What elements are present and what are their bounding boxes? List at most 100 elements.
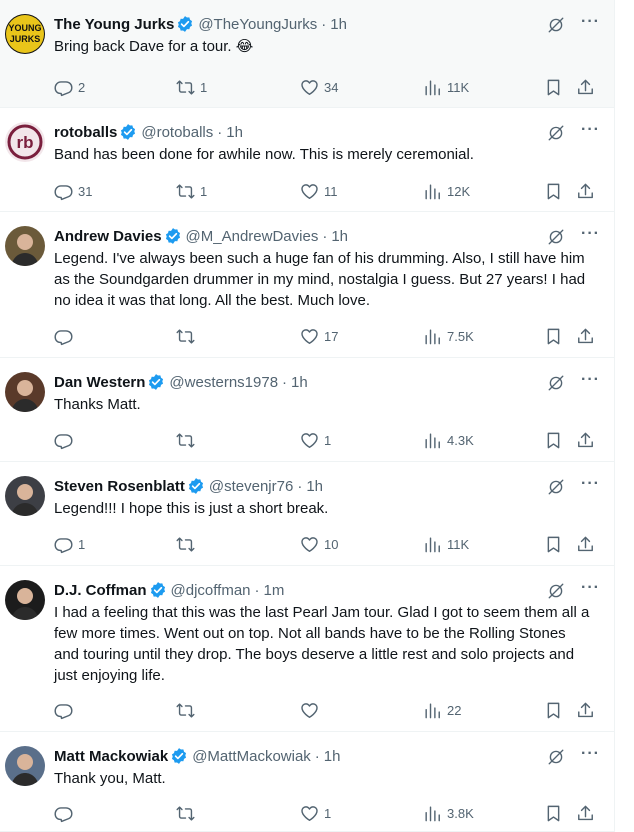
views-button[interactable]: 3.8K [423,803,474,823]
tweet[interactable]: Dan Western @westerns1978 · 1h ··· Thanks Mat… [0,358,614,462]
share-icon [578,79,593,94]
author-name[interactable]: The Young Jurks [54,16,174,33]
share-button[interactable] [576,803,595,823]
tweet[interactable]: YOUNG JURKS The Young Jurks @TheYoungJurks ·… [0,0,614,108]
retweet-icon [176,79,195,95]
reply-button[interactable] [54,430,78,450]
grok-icon[interactable] [547,228,565,246]
like-count: 10 [324,536,339,552]
author-name[interactable]: Dan Western [54,374,145,391]
retweet-button[interactable] [176,700,200,720]
reply-button[interactable] [54,326,78,346]
like-button[interactable]: 17 [300,326,338,346]
retweet-button[interactable] [176,430,200,450]
more-options-button[interactable]: ··· [581,13,600,31]
svg-text:JURKS: JURKS [10,34,41,44]
author-name[interactable]: D.J. Coffman [54,582,147,599]
tweet[interactable]: Matt Mackowiak @MattMackowiak · 1h ··· Thank … [0,732,614,832]
retweet-button[interactable] [176,534,200,554]
views-button[interactable]: 11K [423,534,469,554]
retweet-icon [176,183,195,199]
author-handle[interactable]: @stevenjr76 [209,478,293,495]
like-button[interactable] [300,700,324,720]
grok-icon[interactable] [547,16,565,34]
more-options-button[interactable]: ··· [581,371,600,389]
tweet[interactable]: Andrew Davies @M_AndrewDavies · 1h ··· Legend… [0,212,614,358]
author-handle[interactable]: @MattMackowiak [192,748,311,765]
like-button[interactable]: 1 [300,803,331,823]
more-options-button[interactable]: ··· [581,745,600,763]
like-button[interactable]: 1 [300,430,331,450]
views-button[interactable]: 22 [423,700,461,720]
more-options-button[interactable]: ··· [581,579,600,597]
retweet-button[interactable]: 1 [176,181,207,201]
avatar[interactable]: YOUNG JURKS [5,14,45,54]
views-button[interactable]: 12K [423,181,470,201]
tweet[interactable]: rb rotoballs @rotoballs · 1h ··· Band has been… [0,108,614,212]
share-button[interactable] [576,326,595,346]
author-name[interactable]: Matt Mackowiak [54,748,168,765]
share-button[interactable] [576,534,595,554]
author-handle[interactable]: @djcoffman [171,582,251,599]
share-button[interactable] [576,700,595,720]
grok-icon[interactable] [547,478,565,496]
grok-icon[interactable] [547,582,565,600]
views-button[interactable]: 4.3K [423,430,474,450]
views-button[interactable]: 7.5K [423,326,474,346]
action-bar: 22 [54,700,614,720]
timestamp[interactable]: 1h [330,16,347,33]
timestamp[interactable]: 1h [226,124,243,141]
author-name[interactable]: Andrew Davies [54,228,162,245]
share-button[interactable] [576,77,595,97]
timestamp[interactable]: 1m [264,582,285,599]
views-button[interactable]: 11K [423,77,469,97]
author-name[interactable]: rotoballs [54,124,117,141]
grok-icon[interactable] [547,748,565,766]
bookmark-button[interactable] [544,77,563,97]
tweet[interactable]: Steven Rosenblatt @stevenjr76 · 1h ··· Legend… [0,462,614,566]
retweet-button[interactable] [176,803,200,823]
share-button[interactable] [576,181,595,201]
author-handle[interactable]: @rotoballs [141,124,213,141]
author-handle[interactable]: @M_AndrewDavies [186,228,319,245]
author-handle[interactable]: @TheYoungJurks [198,16,317,33]
like-button[interactable]: 34 [300,77,338,97]
retweet-button[interactable] [176,326,200,346]
bookmark-button[interactable] [544,803,563,823]
reply-button[interactable] [54,700,78,720]
bookmark-button[interactable] [544,700,563,720]
avatar[interactable] [5,476,45,516]
reply-button[interactable]: 2 [54,77,85,97]
bookmark-button[interactable] [544,326,563,346]
grok-icon[interactable] [547,374,565,392]
like-button[interactable]: 10 [300,534,338,554]
author-handle[interactable]: @westerns1978 [169,374,278,391]
more-options-button[interactable]: ··· [581,121,600,139]
tweet[interactable]: D.J. Coffman @djcoffman · 1m ··· I had a feel… [0,566,614,732]
timestamp[interactable]: 1h [291,374,308,391]
like-button[interactable]: 11 [300,181,338,201]
timestamp[interactable]: 1h [324,748,341,765]
more-options-button[interactable]: ··· [581,475,600,493]
view-count: 4.3K [447,432,474,448]
retweet-button[interactable]: 1 [176,77,207,97]
timestamp[interactable]: 1h [306,478,323,495]
bookmark-button[interactable] [544,181,563,201]
reply-button[interactable] [54,803,78,823]
avatar[interactable] [5,580,45,620]
more-options-button[interactable]: ··· [581,225,600,243]
avatar[interactable] [5,226,45,266]
retweet-icon [176,432,195,448]
bookmark-button[interactable] [544,534,563,554]
reply-button[interactable]: 1 [54,534,85,554]
reply-button[interactable]: 31 [54,181,92,201]
share-button[interactable] [576,430,595,450]
avatar[interactable] [5,372,45,412]
avatar[interactable] [5,746,45,786]
bookmark-button[interactable] [544,430,563,450]
grok-icon[interactable] [547,124,565,142]
author-name[interactable]: Steven Rosenblatt [54,478,185,495]
timestamp[interactable]: 1h [331,228,348,245]
avatar[interactable]: rb [5,122,45,162]
like-count: 1 [324,432,332,448]
